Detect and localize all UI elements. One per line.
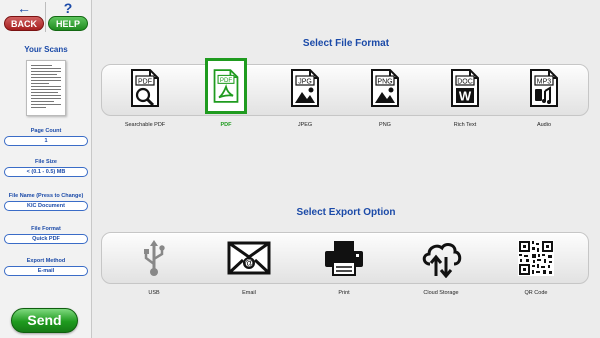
svg-text:PDF: PDF	[138, 79, 152, 86]
back-button-label: BACK	[4, 16, 44, 31]
option-label: Email	[242, 290, 256, 296]
help-button[interactable]: ? HELP	[46, 0, 90, 34]
file-name-field[interactable]: File Name (Press to Change) KIC Document	[0, 193, 92, 211]
file-size-field: File Size < (0.1 - 0.5) MB	[0, 159, 92, 177]
page-count-label: Page Count	[30, 128, 62, 134]
file-format-title: Select File Format	[302, 38, 390, 49]
page-count-field: Page Count 1	[0, 128, 92, 146]
printer-icon[interactable]	[314, 236, 374, 280]
jpeg-icon[interactable]: JPG	[275, 66, 335, 110]
back-arrow-icon: ←	[17, 0, 31, 16]
question-mark-icon: ?	[63, 0, 73, 16]
file-format-value: Quick PDF	[4, 234, 88, 244]
cloud-icon[interactable]	[411, 236, 471, 280]
export-method-value: E-mail	[4, 266, 88, 276]
svg-text:W: W	[459, 89, 472, 104]
sidebar: ← BACK ? HELP Your Scans Page Count 1 Fi…	[0, 0, 92, 338]
top-navigation: ← BACK ? HELP	[0, 0, 92, 36]
svg-text:MP3: MP3	[537, 79, 552, 86]
back-button[interactable]: ← BACK	[2, 0, 46, 34]
qr-code-icon[interactable]	[506, 236, 566, 280]
option-label: PNG	[379, 122, 391, 128]
option-label: Cloud Storage	[423, 290, 459, 296]
file-format-label: File Format	[31, 226, 61, 232]
svg-text:PDF: PDF	[220, 77, 233, 84]
png-icon[interactable]: PNG	[355, 66, 415, 110]
option-label: Audio	[536, 122, 552, 128]
usb-icon[interactable]	[124, 236, 184, 280]
svg-text:PNG: PNG	[377, 79, 392, 86]
export-method-field: Export Method E-mail	[0, 258, 92, 276]
option-label: Print	[338, 290, 350, 296]
rich-text-icon[interactable]: DOC W	[435, 66, 495, 110]
scan-thumbnail[interactable]	[26, 60, 66, 116]
file-name-value[interactable]: KIC Document	[4, 201, 88, 211]
help-button-label: HELP	[48, 16, 88, 31]
svg-text:@: @	[245, 258, 254, 268]
file-format-field: File Format Quick PDF	[0, 226, 92, 244]
email-icon[interactable]: @	[219, 236, 279, 280]
option-label: Searchable PDF	[124, 122, 166, 128]
pdf-icon[interactable]: PDF	[196, 58, 256, 114]
svg-text:JPG: JPG	[298, 79, 312, 86]
audio-icon[interactable]: MP3	[514, 66, 574, 110]
export-method-label: Export Method	[26, 258, 66, 264]
searchable-pdf-icon[interactable]: PDF	[115, 66, 175, 110]
svg-text:DOC: DOC	[457, 79, 473, 86]
send-button[interactable]: Send	[11, 308, 78, 333]
your-scans-heading: Your Scans	[24, 45, 68, 54]
page-count-value: 1	[4, 136, 88, 146]
selection-highlight: PDF	[205, 58, 247, 114]
file-size-value: < (0.1 - 0.5) MB	[4, 167, 88, 177]
file-size-label: File Size	[34, 159, 57, 165]
option-label: QR Code	[524, 290, 548, 296]
option-label: Rich Text	[453, 122, 477, 128]
option-label: USB	[148, 290, 160, 296]
option-label: JPEG	[297, 122, 313, 128]
export-option-title: Select Export Option	[296, 207, 396, 218]
file-name-label: File Name (Press to Change)	[8, 193, 84, 199]
option-label: PDF	[220, 122, 232, 128]
